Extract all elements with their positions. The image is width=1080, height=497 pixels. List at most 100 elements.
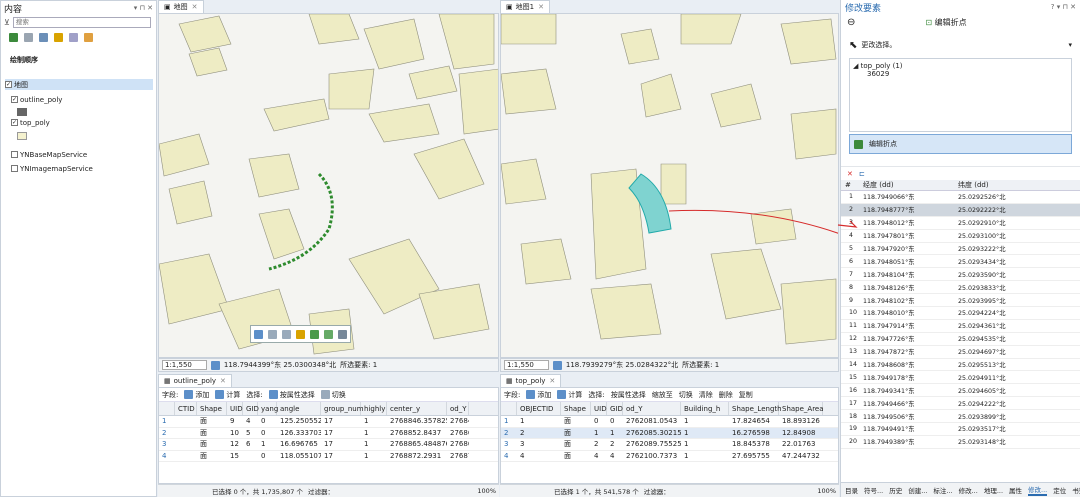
table-cell[interactable]: 2 — [591, 440, 607, 448]
table-cell[interactable]: 4 — [591, 452, 607, 460]
vertex-options-icon[interactable]: ⊏ — [859, 170, 865, 178]
table-cell[interactable]: 17 — [321, 452, 361, 460]
vertex-cell[interactable]: 10 — [841, 309, 859, 316]
cancel-edit-icon[interactable] — [338, 329, 347, 339]
list-by-labeling-icon[interactable] — [84, 32, 93, 42]
map2-scale[interactable]: 1:1,550 — [504, 360, 549, 370]
vertex-cell[interactable]: 18 — [841, 413, 859, 420]
switch-selection-button[interactable]: 切换 — [679, 390, 693, 400]
select-by-attribute-button[interactable]: 按属性选择 — [268, 390, 315, 400]
delete-vertex-icon[interactable]: ✕ — [847, 170, 853, 178]
calculate-field-button[interactable]: 计算 — [557, 390, 582, 400]
vertex-cell[interactable]: 25.0293434°北 — [954, 257, 1064, 266]
selected-feature-id[interactable]: 36029 — [853, 70, 1068, 78]
table-cell[interactable]: 1 — [361, 440, 387, 448]
table-cell[interactable]: 6 — [243, 440, 258, 448]
vertex-cell[interactable]: 9 — [841, 297, 859, 304]
column-header[interactable]: Shape — [561, 402, 591, 415]
pane-controls-icon[interactable]: ? ▾ ⊓ ✕ — [1051, 3, 1076, 11]
table-row[interactable]: 4 4 面 4 4 2762100.7373 1 27.695755 47.244732 — [501, 451, 838, 462]
row-number[interactable]: 3 — [501, 440, 517, 448]
table-cell[interactable]: 1 — [591, 429, 607, 437]
copy-button[interactable]: 复制 — [739, 390, 753, 400]
table-cell[interactable]: 2762081.0543 — [623, 417, 681, 425]
vertex-row[interactable]: 18 118.7949506°东 25.0293899°北 — [841, 410, 1080, 424]
vertex-cell[interactable]: 118.7949466°东 — [859, 399, 954, 408]
layer-checkbox[interactable] — [11, 165, 18, 172]
table-cell[interactable]: 1 — [681, 452, 729, 460]
table-cell[interactable]: 0 — [258, 417, 277, 425]
layer-checkbox[interactable]: ✓ — [5, 81, 12, 88]
select-vertex-tool-icon[interactable] — [254, 329, 263, 339]
column-header[interactable]: UID — [591, 402, 607, 415]
vertex-cell[interactable]: 5 — [841, 245, 859, 252]
vertex-cell[interactable]: 118.7949389°东 — [859, 437, 954, 446]
vertex-cell[interactable]: 12 — [841, 335, 859, 342]
table-cell[interactable]: 2 — [607, 440, 623, 448]
table-cell[interactable]: 1 — [361, 429, 387, 437]
vertex-row[interactable]: 11 118.7947914°东 25.0294361°北 — [841, 320, 1080, 333]
table-cell[interactable]: 1 — [361, 417, 387, 425]
column-header[interactable]: group_num — [321, 402, 364, 415]
layer-checkbox[interactable]: ✓ — [11, 96, 18, 103]
tab-outline-poly[interactable]: ▦ outline_poly ✕ — [158, 374, 232, 387]
vertex-cell[interactable]: 14 — [841, 361, 859, 368]
vertex-cell[interactable]: 11 — [841, 322, 859, 329]
table-cell[interactable]: 0 — [591, 417, 607, 425]
table-cell[interactable]: 17 — [321, 417, 361, 425]
vertex-cell[interactable]: 25.0294222°北 — [954, 399, 1064, 408]
column-header[interactable]: CTID — [175, 402, 197, 415]
table-cell[interactable]: 5 — [243, 429, 258, 437]
vertex-row[interactable]: 4 118.7947801°东 25.0293100°北 — [841, 230, 1080, 243]
vertex-cell[interactable]: 6 — [841, 258, 859, 265]
dock-tab[interactable]: 定位 — [1053, 485, 1066, 495]
vertex-column-header[interactable]: 经度 (dd) — [859, 180, 954, 190]
table-cell[interactable]: 126.333703 — [277, 429, 321, 437]
vertex-cell[interactable]: 25.0294361°北 — [954, 321, 1064, 330]
table-cell[interactable]: 22.01763 — [779, 440, 823, 448]
vertex-cell[interactable]: 25.0293100°北 — [954, 231, 1064, 240]
dock-tab[interactable]: 修改... — [1028, 484, 1048, 496]
map-grid-icon[interactable] — [210, 360, 220, 370]
dock-tab[interactable]: 修改... — [959, 485, 978, 495]
table-cell[interactable]: 125.250552 — [277, 417, 321, 425]
vertex-column-header[interactable]: 纬度 (dd) — [954, 180, 1064, 190]
table-cell[interactable]: 0 — [258, 452, 277, 460]
row-number[interactable]: 2 — [501, 429, 517, 437]
table-cell[interactable]: 面 — [197, 451, 227, 461]
table-cell[interactable]: 面 — [561, 439, 591, 449]
table-cell[interactable]: 1 — [258, 440, 277, 448]
table-cell[interactable]: 面 — [561, 416, 591, 426]
map1-selected-count[interactable]: 所选要素: 1 — [340, 360, 377, 370]
vertex-cell[interactable]: 118.7949066°东 — [859, 192, 954, 201]
table-row[interactable]: 2 面1050126.3337031712768852.843727686 — [159, 428, 498, 439]
vertex-row[interactable]: 13 118.7947872°东 25.0294697°北 — [841, 346, 1080, 359]
table-cell[interactable]: 面 — [561, 451, 591, 461]
vertex-cell[interactable]: 118.7949178°东 — [859, 373, 954, 382]
vertex-row[interactable]: 16 118.7949341°东 25.0294605°北 — [841, 384, 1080, 398]
table-cell[interactable]: 27684 — [447, 417, 469, 425]
table-cell[interactable]: 2768852.8437 — [387, 429, 447, 437]
add-vertex-icon[interactable] — [268, 329, 277, 339]
vertex-row[interactable]: 8 118.7948126°东 25.0293833°北 — [841, 281, 1080, 295]
vertex-cell[interactable]: 2 — [841, 206, 859, 213]
vertex-cell[interactable]: 118.7948104°东 — [859, 270, 954, 279]
table-cell[interactable]: 18.893126 — [779, 417, 823, 425]
vertex-cell[interactable]: 25.0294535°北 — [954, 334, 1064, 343]
vertex-row[interactable]: 9 118.7948102°东 25.0293995°北 — [841, 294, 1080, 308]
vertex-row[interactable]: 6 118.7948051°东 25.0293434°北 — [841, 255, 1080, 269]
map1-canvas[interactable] — [158, 13, 499, 358]
vertex-cell[interactable]: 13 — [841, 348, 859, 355]
column-header[interactable]: GID — [607, 402, 623, 415]
tab-map1[interactable]: ▣ 地图 ✕ — [158, 0, 204, 13]
layer-checkbox[interactable] — [11, 151, 18, 158]
table2-zoom[interactable]: 100% — [817, 487, 839, 495]
select-by-attribute-button[interactable]: 按属性选择 — [611, 390, 646, 400]
vertex-cell[interactable]: 118.7948012°东 — [859, 218, 954, 227]
column-header[interactable]: yang — [258, 402, 278, 415]
vertex-cell[interactable]: 118.7948010°东 — [859, 308, 954, 317]
dock-tab[interactable]: 属性 — [1009, 485, 1022, 495]
table-cell[interactable]: 0 — [258, 429, 277, 437]
table-cell[interactable]: 4 — [607, 452, 623, 460]
vertex-cell[interactable]: 16 — [841, 387, 859, 394]
